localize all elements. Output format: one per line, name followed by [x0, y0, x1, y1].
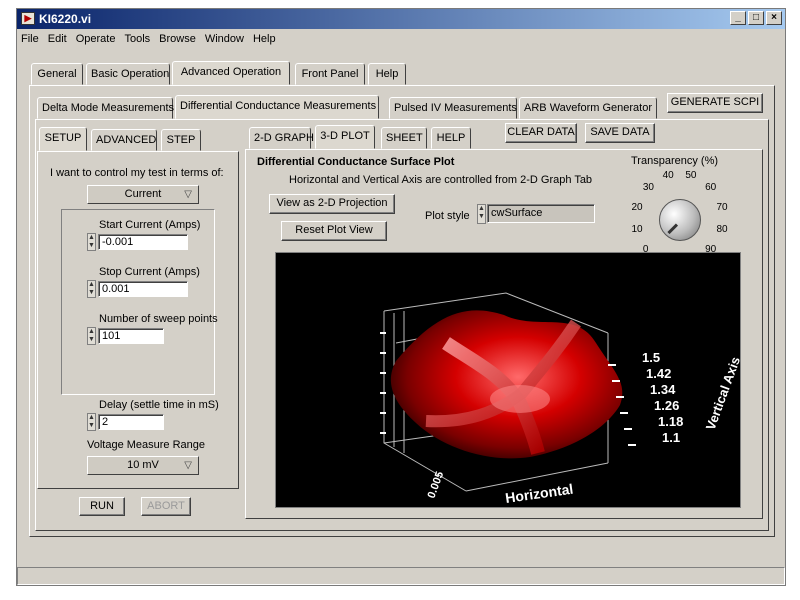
tab-pulsed-iv[interactable]: Pulsed IV Measurements [389, 97, 517, 119]
knob-tick-label: 60 [705, 181, 717, 193]
plot-style-spinner[interactable]: ▲ ▼ [477, 204, 486, 224]
tab-differential-conductance[interactable]: Differential Conductance Measurements [175, 95, 379, 119]
close-button[interactable]: × [766, 11, 782, 25]
voltage-range-label: Voltage Measure Range [87, 439, 206, 451]
surface-plot-svg: 1.51.421.341.261.181.1 Vertical Axis Hor… [380, 292, 741, 506]
tab-general[interactable]: General [31, 63, 83, 85]
tab-basic-operation[interactable]: Basic Operation [86, 63, 170, 85]
sweep-points-label: Number of sweep points [99, 313, 218, 325]
menu-bar: File Edit Operate Tools Browse Window He… [17, 30, 785, 48]
tab-help-right[interactable]: HELP [431, 127, 471, 149]
stop-current-label: Stop Current (Amps) [99, 266, 200, 278]
plot-style-select[interactable]: cwSurface [487, 204, 595, 223]
transparency-label: Transparency (%) [631, 155, 719, 167]
tab-step[interactable]: STEP [161, 129, 201, 151]
control-mode-label: I want to control my test in terms of: [50, 167, 224, 179]
start-current-label: Start Current (Amps) [99, 219, 201, 231]
chevron-down-icon: ▽ [184, 460, 192, 471]
menu-file[interactable]: File [21, 30, 39, 48]
tab-advanced[interactable]: ADVANCED [91, 129, 157, 151]
delay-label: Delay (settle time in mS) [99, 399, 219, 411]
menu-help[interactable]: Help [253, 30, 276, 48]
right-tick-label: 1.42 [646, 366, 671, 381]
right-tick-label: 1.18 [658, 414, 683, 429]
window-title: KI6220.vi [39, 12, 92, 26]
knob-tick-label: 20 [631, 201, 643, 213]
menu-tools[interactable]: Tools [124, 30, 150, 48]
surface-plot-3d[interactable]: 1.5 1.42 1.34 1.26 1.18 1.1 Vertical Axis Hor… [275, 252, 741, 508]
tab-2d-graph[interactable]: 2-D GRAPH [249, 127, 314, 149]
minimize-button[interactable]: _ [730, 11, 746, 25]
plot-subtitle: Horizontal and Vertical Axis are control… [289, 174, 593, 186]
abort-button[interactable]: ABORT [141, 497, 191, 516]
menu-edit[interactable]: Edit [48, 30, 67, 48]
control-mode-select[interactable]: Current ▽ [87, 185, 199, 204]
app-window: ▶ KI6220.vi _ □ × File Edit Operate Tool… [16, 8, 786, 586]
knob-tick-label: 40 [662, 170, 674, 182]
horizontal-axis-title: Horizontal [504, 481, 574, 506]
tab-3d-plot[interactable]: 3-D PLOT [315, 125, 375, 149]
stop-current-input[interactable]: 0.001 [98, 281, 188, 297]
transparency-knob[interactable]: 0 10 20 30 40 50 60 70 80 90 [629, 169, 733, 255]
save-data-button[interactable]: SAVE DATA [585, 123, 655, 143]
knob-tick-label: 10 [631, 224, 643, 236]
delay-input[interactable]: 2 [98, 414, 164, 430]
sweep-points-spinner[interactable]: ▲ ▼ [87, 327, 96, 345]
voltage-range-value: 10 mV [127, 459, 159, 471]
voltage-range-select[interactable]: 10 mV ▽ [87, 456, 199, 475]
clear-data-button[interactable]: CLEAR DATA [505, 123, 577, 143]
right-tick-label: 1.34 [650, 382, 676, 397]
chevron-down-icon: ▽ [184, 189, 192, 200]
control-mode-value: Current [124, 188, 162, 200]
left-axis-ticks [380, 332, 386, 434]
horizontal-tick-label: 0.005 [426, 470, 447, 500]
run-button[interactable]: RUN [79, 497, 125, 516]
tab-front-panel[interactable]: Front Panel [295, 63, 365, 85]
vi-icon: ▶ [21, 12, 35, 25]
knob-tick-label: 80 [716, 224, 728, 236]
tab-sheet[interactable]: SHEET [381, 127, 427, 149]
knob-tick-label: 50 [685, 170, 697, 182]
delay-spinner[interactable]: ▲ ▼ [87, 413, 96, 431]
stop-current-spinner[interactable]: ▲ ▼ [87, 280, 96, 298]
plot-title: Differential Conductance Surface Plot [257, 156, 455, 168]
sweep-points-input[interactable]: 101 [98, 328, 164, 344]
start-current-spinner[interactable]: ▲ ▼ [87, 233, 96, 251]
vertical-axis-title: Vertical Axis [703, 355, 741, 432]
reset-plot-view-button[interactable]: Reset Plot View [281, 221, 387, 241]
tab-setup[interactable]: SETUP [39, 127, 87, 151]
knob-dial[interactable] [659, 199, 701, 241]
knob-tick-label: 30 [642, 181, 654, 193]
tab-help[interactable]: Help [368, 63, 406, 85]
right-tick-labels: 1.51.421.341.261.181.1 [642, 350, 683, 445]
knob-pointer [667, 223, 679, 235]
view-2d-projection-button[interactable]: View as 2-D Projection [269, 194, 395, 214]
title-bar: ▶ KI6220.vi _ □ × [17, 9, 785, 29]
start-current-input[interactable]: -0.001 [98, 234, 188, 250]
knob-tick-label: 70 [716, 201, 728, 213]
menu-window[interactable]: Window [205, 30, 244, 48]
surface-highlight [490, 385, 550, 413]
right-tick-label: 1.1 [662, 430, 680, 445]
maximize-button[interactable]: □ [748, 11, 764, 25]
menu-browse[interactable]: Browse [159, 30, 196, 48]
generate-scpi-button[interactable]: GENERATE SCPI [667, 93, 763, 113]
tab-delta-mode[interactable]: Delta Mode Measurements [37, 97, 174, 119]
menu-operate[interactable]: Operate [76, 30, 116, 48]
tab-arb-waveform[interactable]: ARB Waveform Generator [519, 97, 657, 119]
status-bar [17, 567, 785, 585]
right-tick-label: 1.5 [642, 350, 660, 365]
right-tick-label: 1.26 [654, 398, 679, 413]
plot-style-label: Plot style [425, 210, 470, 222]
tab-advanced-operation[interactable]: Advanced Operation [172, 61, 290, 85]
